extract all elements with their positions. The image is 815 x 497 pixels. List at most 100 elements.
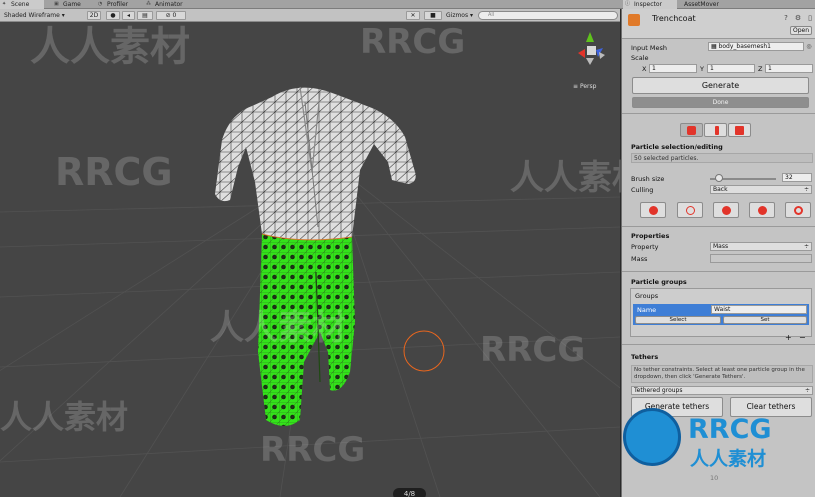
invert-selection-button[interactable] bbox=[713, 202, 739, 218]
input-mesh-label: Input Mesh bbox=[631, 44, 668, 52]
inspector-header: Trenchcoat ? ⚙ ▯ Open bbox=[622, 9, 815, 39]
tools-button[interactable]: ✕ bbox=[406, 11, 420, 20]
dropdown-arrow-icon: ÷ bbox=[803, 186, 809, 193]
tools-icon: ✕ bbox=[410, 12, 416, 19]
scene-search-input[interactable]: All bbox=[478, 11, 618, 20]
speaker-icon: ◂ bbox=[126, 12, 130, 19]
mode-2d-toggle[interactable]: 2D bbox=[87, 11, 101, 20]
invert-selection-icon bbox=[722, 206, 731, 215]
scale-x-input[interactable]: 1 bbox=[649, 64, 697, 73]
group-name-input[interactable]: Waist bbox=[711, 305, 807, 314]
properties-title: Properties bbox=[631, 232, 670, 240]
scale-label: Scale bbox=[631, 54, 649, 62]
profiler-icon: ◔ bbox=[98, 1, 103, 7]
tab-profiler[interactable]: ◔ Profiler bbox=[96, 0, 142, 9]
tab-animator-label: Animator bbox=[155, 1, 183, 8]
generate-button[interactable]: Generate bbox=[632, 77, 809, 94]
select-tool-button[interactable] bbox=[680, 123, 703, 137]
group-select-button[interactable]: Select bbox=[635, 316, 721, 324]
scene-viewport[interactable]: ≡ Persp bbox=[0, 22, 620, 497]
culling-value: Back bbox=[713, 186, 728, 193]
effects-icon: ▤ bbox=[142, 12, 148, 19]
tethers-title: Tethers bbox=[631, 353, 659, 361]
clear-selection-icon bbox=[686, 206, 695, 215]
help-icon[interactable]: ? bbox=[782, 14, 790, 22]
divider bbox=[622, 271, 815, 272]
gizmo-y-axis[interactable] bbox=[586, 32, 594, 42]
add-group-button[interactable]: + bbox=[785, 333, 792, 342]
camera-projection-label[interactable]: ≡ Persp bbox=[573, 83, 596, 90]
divider bbox=[622, 226, 815, 227]
scale-y-input[interactable]: 1 bbox=[707, 64, 755, 73]
hidden-objects-counter[interactable]: ⊘ 0 bbox=[156, 11, 186, 20]
grid-icon bbox=[735, 126, 744, 135]
lighting-toggle[interactable]: ● bbox=[106, 11, 120, 20]
settings-icon[interactable]: ⚙ bbox=[794, 14, 802, 22]
tab-scene[interactable]: ✦ Scene bbox=[0, 0, 44, 9]
scene-orientation-gizmo[interactable] bbox=[578, 32, 605, 65]
tab-animator[interactable]: ⁂ Animator bbox=[144, 0, 196, 9]
culling-dropdown[interactable]: Back ÷ bbox=[710, 185, 812, 194]
done-button[interactable]: Done bbox=[632, 97, 809, 108]
group-actions-row: Select Set bbox=[633, 315, 809, 325]
property-value: Mass bbox=[713, 243, 729, 250]
brush-cursor-ring bbox=[403, 330, 445, 372]
group-set-button[interactable]: Set bbox=[723, 316, 807, 324]
mass-label: Mass bbox=[631, 255, 648, 263]
scene-icon: ✦ bbox=[2, 1, 7, 7]
component-title: Trenchcoat bbox=[652, 14, 696, 23]
gizmos-dropdown[interactable]: Gizmos ▾ bbox=[446, 11, 473, 20]
mass-input[interactable] bbox=[710, 254, 812, 263]
unfix-particles-button[interactable] bbox=[785, 202, 811, 218]
paint-tool-button[interactable] bbox=[704, 123, 727, 137]
tethered-groups-dropdown[interactable]: Tethered groups ÷ bbox=[631, 386, 813, 395]
camera-dropdown[interactable]: ■ bbox=[424, 11, 442, 20]
eye-off-icon: ⊘ bbox=[165, 12, 173, 19]
input-mesh-field[interactable]: ▦ body_basemesh1 bbox=[708, 42, 804, 51]
shading-mode-dropdown[interactable]: Shaded Wireframe ▾ bbox=[4, 11, 65, 20]
scene-toolbar: Shaded Wireframe ▾ 2D ● ◂ ▤ ⊘ 0 ✕ ■ Gizm… bbox=[0, 9, 620, 22]
rrcg-logo-overlay: RRCG 人人素材 bbox=[620, 400, 815, 480]
object-picker-icon[interactable]: ◎ bbox=[805, 43, 813, 51]
remove-group-button[interactable]: − bbox=[799, 333, 806, 342]
properties-tool-button[interactable] bbox=[728, 123, 751, 137]
selected-particles-info: 50 selected particles. bbox=[631, 153, 813, 163]
brush-size-slider-thumb[interactable] bbox=[715, 174, 724, 182]
unfix-icon bbox=[794, 206, 803, 215]
particle-section-title: Particle selection/editing bbox=[631, 143, 723, 151]
window-tab-bar: ✦ Scene ▣ Game ◔ Profiler ⁂ Animator ⓘ Inspec… bbox=[0, 0, 815, 9]
fix-icon bbox=[758, 206, 767, 215]
groups-header: Groups bbox=[635, 292, 659, 300]
property-dropdown[interactable]: Mass ÷ bbox=[710, 242, 812, 251]
gizmo-center-cube[interactable] bbox=[587, 46, 596, 55]
trenchcoat-mesh-selected[interactable] bbox=[258, 233, 355, 426]
dropdown-arrow-icon: ÷ bbox=[804, 387, 810, 394]
fix-particles-button[interactable] bbox=[749, 202, 775, 218]
select-all-button[interactable] bbox=[640, 202, 666, 218]
hidden-count: 0 bbox=[172, 12, 177, 19]
clear-selection-button[interactable] bbox=[677, 202, 703, 218]
gizmo-x-axis[interactable] bbox=[578, 49, 585, 58]
tab-inspector[interactable]: ⓘ Inspector bbox=[623, 0, 677, 9]
scale-z-input[interactable]: 1 bbox=[765, 64, 813, 73]
gizmo-neg-x-axis[interactable] bbox=[599, 52, 605, 59]
tab-asset-mover[interactable]: AssetMover bbox=[678, 0, 738, 9]
effects-dropdown[interactable]: ▤ bbox=[137, 11, 153, 20]
tethers-info: No tether constraints. Select at least o… bbox=[631, 365, 813, 383]
gizmo-neg-y-axis[interactable] bbox=[586, 58, 594, 65]
group-row-selected[interactable]: Name Waist bbox=[633, 304, 809, 315]
brush-size-input[interactable]: 32 bbox=[782, 173, 812, 182]
audio-toggle[interactable]: ◂ bbox=[122, 11, 135, 20]
scale-x-label: X bbox=[642, 65, 647, 73]
trenchcoat-mesh-upper[interactable] bbox=[215, 86, 416, 240]
tab-game[interactable]: ▣ Game bbox=[52, 0, 92, 9]
property-label: Property bbox=[631, 243, 659, 251]
lock-icon[interactable]: ▯ bbox=[806, 14, 814, 22]
tab-game-label: Game bbox=[63, 1, 81, 8]
divider bbox=[622, 344, 815, 345]
open-button[interactable]: Open bbox=[790, 26, 812, 35]
brush-icon bbox=[715, 126, 719, 135]
gizmos-label: Gizmos bbox=[446, 12, 469, 19]
scene-canvas[interactable] bbox=[0, 22, 620, 497]
tethered-groups-value: Tethered groups bbox=[634, 387, 683, 394]
